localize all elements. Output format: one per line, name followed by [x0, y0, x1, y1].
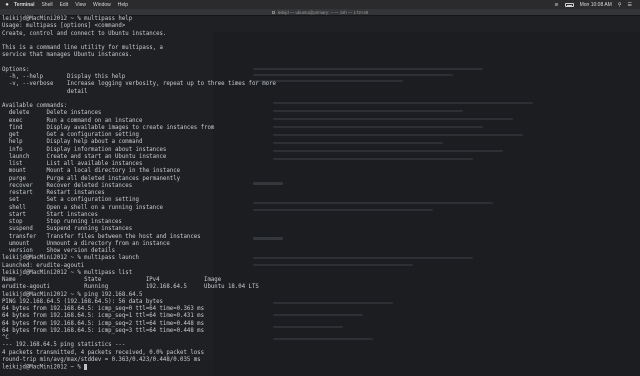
background-text-line [253, 257, 473, 259]
terminal-line: 64 bytes from 192.168.64.5: icmp_seq=2 t… [2, 320, 205, 327]
menu-shell[interactable]: Shell [41, 2, 52, 8]
terminal-line: leikijd@MacMini2012 ~ % multipass launch [2, 255, 139, 262]
menu-window[interactable]: Window [93, 2, 111, 8]
terminal-line: Options: [2, 66, 30, 73]
background-text-line [273, 110, 463, 112]
terminal-line: 64 bytes from 192.168.64.5: icmp_seq=3 t… [2, 327, 205, 334]
terminal-line: set Set a configuration setting [2, 197, 139, 204]
menu-view[interactable]: View [75, 2, 86, 8]
terminal-line: restart Restart instances [2, 190, 105, 196]
background-text-line [273, 338, 373, 340]
background-text-line [273, 326, 343, 328]
background-text-line [273, 142, 443, 144]
background-text-line [273, 102, 533, 104]
terminal-line: --- 192.168.64.5 ping statistics --- [2, 342, 126, 349]
terminal-line: erudite-agouti Running 192.168.64.5 Ubun… [2, 284, 259, 291]
apple-icon[interactable]: ● [0, 2, 14, 8]
terminal-line: launch Create and start an Ubuntu instan… [2, 153, 167, 160]
background-text-line [273, 126, 483, 128]
background-window [213, 32, 640, 376]
background-text-line [253, 202, 493, 204]
terminal-line: round-trip min/avg/max/stddev = 0.363/0.… [2, 356, 201, 363]
terminal-line: help Display help about a command [2, 139, 143, 146]
terminal-line: Name State IPv4 Image [2, 277, 222, 283]
background-text-line [253, 74, 453, 76]
terminal-line: -h, --help Display this help [2, 74, 126, 80]
wifi-icon[interactable]: ≋ [554, 2, 558, 8]
terminal-line: leikijd@MacMini2012 ~ % ping 192.168.64.… [2, 291, 143, 298]
home-folder-icon [271, 10, 275, 14]
terminal-line: leikijd@MacMini2012 ~ % multipass help [2, 16, 133, 22]
clock[interactable]: Mon 10:08 AM [580, 2, 612, 8]
window-title-text: leikijd — ubuntu@primary: ~ — zsh — 172×… [277, 9, 369, 15]
terminal-line: version Show version details [2, 248, 115, 254]
background-text-line [253, 237, 283, 240]
macos-menu-bar: ● Terminal Shell Edit View Window Help ≋… [0, 0, 640, 9]
background-text-line [273, 158, 473, 160]
terminal-line: Usage: multipass [options] <command> [2, 23, 126, 30]
terminal-line: -v, --verbose Increase logging verbosity… [2, 81, 276, 88]
terminal-line: shell Open a shell on a running instance [2, 204, 163, 211]
terminal-line: 64 bytes from 192.168.64.5: icmp_seq=1 t… [2, 313, 205, 320]
terminal-line: leikijd@MacMini2012 ~ % multipass list [2, 269, 133, 276]
background-text-line [273, 134, 523, 136]
background-text-line [253, 209, 433, 211]
menu-terminal[interactable]: Terminal [14, 2, 34, 8]
background-text-line [273, 150, 503, 152]
terminal-line: 64 bytes from 192.168.64.5: icmp_seq=0 t… [2, 306, 205, 312]
battery-icon[interactable] [564, 2, 574, 7]
terminal-line: 4 packets transmitted, 4 packets receive… [2, 349, 205, 356]
terminal-line: Create, control and connect to Ubuntu in… [2, 30, 167, 37]
terminal-line: suspend Suspend running instances [2, 226, 133, 233]
terminal-line: stop Stop running instances [2, 219, 122, 225]
background-text-line [273, 118, 513, 120]
search-icon[interactable]: ⚲ [618, 2, 622, 8]
terminal-line: Launched: erudite-agouti [2, 262, 85, 269]
terminal-window[interactable]: leikijd@MacMini2012 ~ % multipass help Us… [0, 16, 640, 376]
background-text-line [273, 302, 393, 304]
terminal-line: service that manages Ubuntu instances. [2, 52, 133, 59]
menu-list-icon[interactable]: ☰ [628, 2, 632, 8]
menu-help[interactable]: Help [118, 2, 128, 8]
background-text-line [253, 264, 413, 266]
terminal-line: start Start instances [2, 211, 98, 218]
terminal-line: purge Purge all deleted instances perman… [2, 175, 181, 182]
terminal-line: exec Run a command on an instance [2, 117, 143, 124]
terminal-line: info Display information about instances [2, 146, 167, 153]
terminal-line: umount Unmount a directory from an insta… [2, 240, 170, 247]
window-title: leikijd — ubuntu@primary: ~ — zsh — 172×… [271, 9, 369, 15]
terminal-line: mount Mount a local directory in the ins… [2, 168, 181, 175]
terminal-line: transfer Transfer files between the host… [2, 233, 201, 240]
text-cursor [84, 364, 88, 370]
terminal-line: This is a command line utility for multi… [2, 45, 163, 51]
terminal-line: find Display available images to create … [2, 124, 215, 131]
background-text-line [253, 68, 483, 70]
menu-edit[interactable]: Edit [60, 2, 69, 8]
terminal-title-bar[interactable]: leikijd — ubuntu@primary: ~ — zsh — 172×… [0, 9, 640, 16]
terminal-prompt: leikijd@MacMini2012 ~ % [2, 364, 238, 371]
terminal-output[interactable]: leikijd@MacMini2012 ~ % multipass help Us… [2, 16, 276, 371]
terminal-line: delete Delete instances [2, 110, 102, 117]
terminal-line: detail [2, 88, 88, 95]
terminal-line: Available commands: [2, 103, 68, 109]
terminal-line: list List all available instances [2, 161, 143, 167]
terminal-line: recover Recover deleted instances [2, 182, 133, 189]
terminal-line: ^C [2, 335, 9, 341]
terminal-line: PING 192.168.64.5 (192.168.64.5): 56 dat… [2, 298, 163, 305]
status-area: ≋ Mon 10:08 AM ⚲ ☰ [554, 2, 640, 8]
terminal-line: get Get a configuration setting [2, 132, 139, 138]
background-text-line [273, 314, 363, 316]
background-text-line [253, 182, 283, 185]
